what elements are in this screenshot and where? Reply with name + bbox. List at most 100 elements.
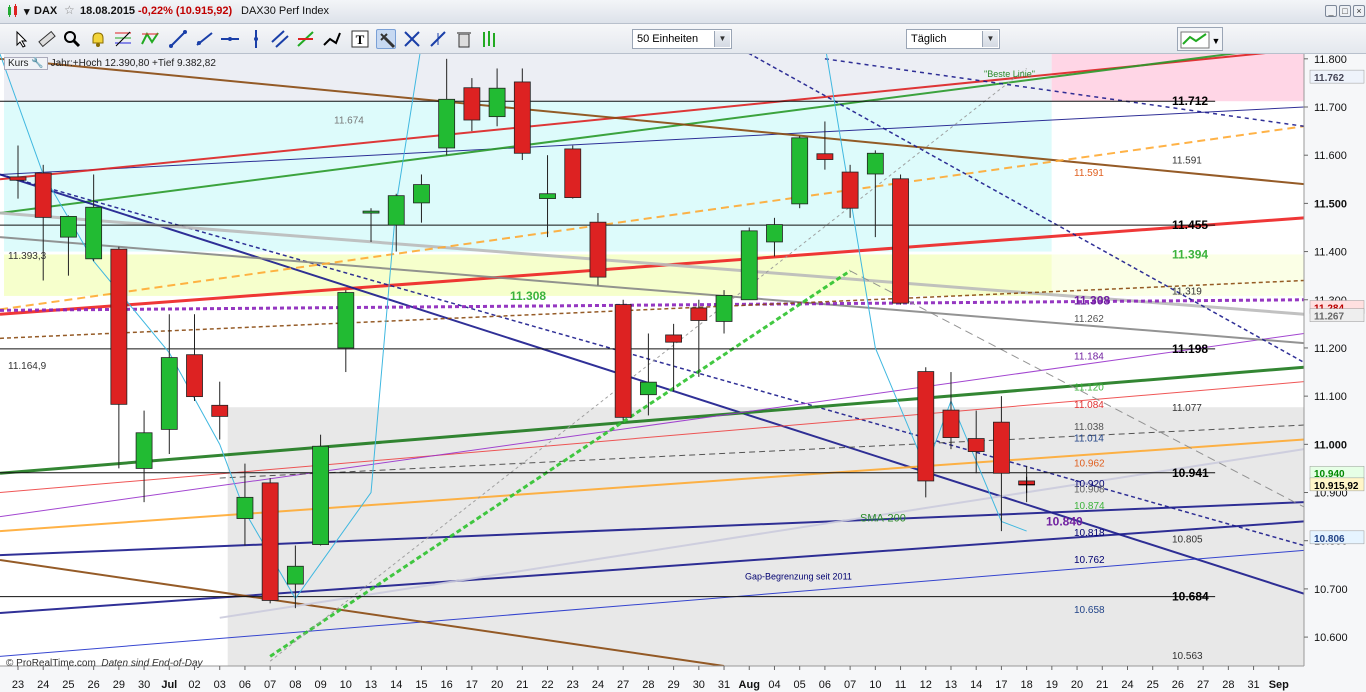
- chart-panel[interactable]: 11.712 11.674 11.591 11.591 11.455 11.394 11.3…: [0, 54, 1366, 692]
- kurs-tag[interactable]: Kurs 🔧: [4, 57, 48, 70]
- x-tick-label: 18: [1021, 679, 1033, 691]
- candle-30: [690, 307, 708, 321]
- vertical-line-icon[interactable]: [246, 29, 266, 49]
- fibonacci-icon[interactable]: [113, 29, 133, 49]
- x-tick-label: 19: [1046, 679, 1058, 691]
- y-marker-label: 10.915,92: [1314, 481, 1359, 492]
- candle-15: [413, 184, 430, 204]
- x-tick-label: 25: [1147, 679, 1159, 691]
- candle-10: [866, 152, 884, 175]
- x-tick-label: 31: [718, 679, 730, 691]
- pitchfork-icon[interactable]: [322, 29, 342, 49]
- channel-icon[interactable]: [270, 29, 290, 49]
- y-marker-label: 11.267: [1314, 312, 1344, 323]
- candle-29: [665, 334, 683, 343]
- level-label: 10.684: [1172, 590, 1209, 604]
- level-label: 11.394: [1172, 247, 1208, 261]
- candle-Aug: [740, 230, 758, 301]
- level-label: 10.840: [1046, 514, 1083, 528]
- bars-icon[interactable]: [480, 29, 500, 49]
- level-label: 11.084: [1074, 400, 1104, 411]
- x-tick-label: 09: [314, 679, 326, 691]
- zoom-icon[interactable]: [62, 29, 82, 49]
- ruler-icon[interactable]: [37, 29, 57, 49]
- candle-30: [135, 432, 153, 469]
- candle-31: [715, 295, 733, 322]
- x-tick-label: 06: [819, 679, 831, 691]
- close-button[interactable]: ×: [1353, 5, 1365, 17]
- level-label: 10.908: [1074, 485, 1105, 496]
- delete-icon[interactable]: [428, 29, 448, 49]
- candle-13: [942, 409, 960, 438]
- x-tick-label: 29: [113, 679, 125, 691]
- maximize-button[interactable]: □: [1339, 5, 1351, 17]
- candle-29: [110, 248, 128, 405]
- symbol-label: DAX: [34, 5, 58, 17]
- x-tick-label: 15: [415, 679, 427, 691]
- candles-icon: [6, 4, 20, 21]
- units-select[interactable]: 50 Einheiten ▼: [632, 29, 732, 49]
- candle-17: [993, 421, 1010, 474]
- arrows-icon[interactable]: [296, 29, 316, 49]
- candle-03: [211, 404, 229, 417]
- horizontal-line-icon[interactable]: [220, 29, 240, 49]
- candle-06: [236, 496, 254, 519]
- candle-07: [841, 171, 859, 209]
- level-label: 11.674: [334, 116, 364, 127]
- cross-arrows-icon[interactable]: [402, 29, 422, 49]
- level-label: 11.591: [1074, 168, 1104, 179]
- y-tick-label: 10.600: [1314, 632, 1348, 644]
- candle-23: [9, 176, 27, 181]
- x-tick-label: Jul: [161, 679, 177, 691]
- indicator-button[interactable]: ▼: [1177, 27, 1223, 51]
- minimize-button[interactable]: _: [1325, 5, 1337, 17]
- x-tick-label: 10: [869, 679, 881, 691]
- level-label: 11.455: [1172, 218, 1208, 232]
- x-tick-label: 30: [693, 679, 705, 691]
- cursor-icon[interactable]: [12, 29, 32, 49]
- level-label: 11.591: [1172, 156, 1202, 167]
- level-label: 11.393,3: [8, 251, 47, 262]
- trendline-icon[interactable]: [168, 29, 188, 49]
- x-tick-label: 20: [491, 679, 503, 691]
- x-tick-label: 23: [12, 679, 24, 691]
- wrench-icon[interactable]: 🔧: [31, 58, 43, 69]
- trash-icon[interactable]: [454, 29, 474, 49]
- x-tick-label: 17: [995, 679, 1007, 691]
- brand-label: © ProRealTime.com: [6, 658, 96, 669]
- x-tick-label: 17: [466, 679, 478, 691]
- x-tick-label: 08: [289, 679, 301, 691]
- alert-bell-icon[interactable]: [88, 29, 108, 49]
- candle-05: [791, 137, 809, 205]
- chevron-down-icon: ▼: [982, 31, 998, 47]
- period-select[interactable]: Täglich ▼: [906, 29, 1000, 49]
- instrument-name: DAX30 Perf Index: [241, 5, 330, 17]
- y-tick-label: 11.100: [1314, 391, 1347, 403]
- level-label: 10.762: [1074, 555, 1105, 566]
- footer-note: © ProRealTime.com Daten sind End-of-Day: [6, 658, 203, 669]
- candle-14: [387, 195, 405, 226]
- app-window: ▾ DAX ☆ 18.08.2015 -0,22% (10.915,92) DA…: [0, 0, 1366, 692]
- zigzag-icon[interactable]: [140, 29, 160, 49]
- price-chart[interactable]: 11.712 11.674 11.591 11.591 11.455 11.394 11.3…: [0, 54, 1366, 692]
- x-tick-label: 11: [895, 679, 906, 691]
- candle-28: [639, 381, 657, 396]
- x-tick-label: 24: [37, 679, 49, 691]
- x-tick-label: 14: [390, 679, 402, 691]
- candle-25: [60, 215, 77, 238]
- ray-icon[interactable]: [194, 29, 214, 49]
- candle-16: [438, 98, 456, 149]
- candle-24: [589, 221, 607, 278]
- level-label: 11.164,9: [8, 361, 47, 372]
- text-icon[interactable]: T: [350, 29, 370, 49]
- x-tick-label: 07: [844, 679, 856, 691]
- grey-zone: [227, 407, 1305, 666]
- dropdown-arrow-icon[interactable]: ▾: [24, 5, 30, 18]
- hammer-icon[interactable]: [376, 29, 396, 49]
- x-tick-label: 20: [1071, 679, 1083, 691]
- level-label: 10.563: [1172, 651, 1203, 662]
- candle-04: [766, 224, 783, 243]
- favorite-star-icon[interactable]: ☆: [64, 3, 75, 17]
- level-label: 11.077: [1172, 403, 1202, 414]
- date-label: 18.08.2015: [80, 5, 136, 17]
